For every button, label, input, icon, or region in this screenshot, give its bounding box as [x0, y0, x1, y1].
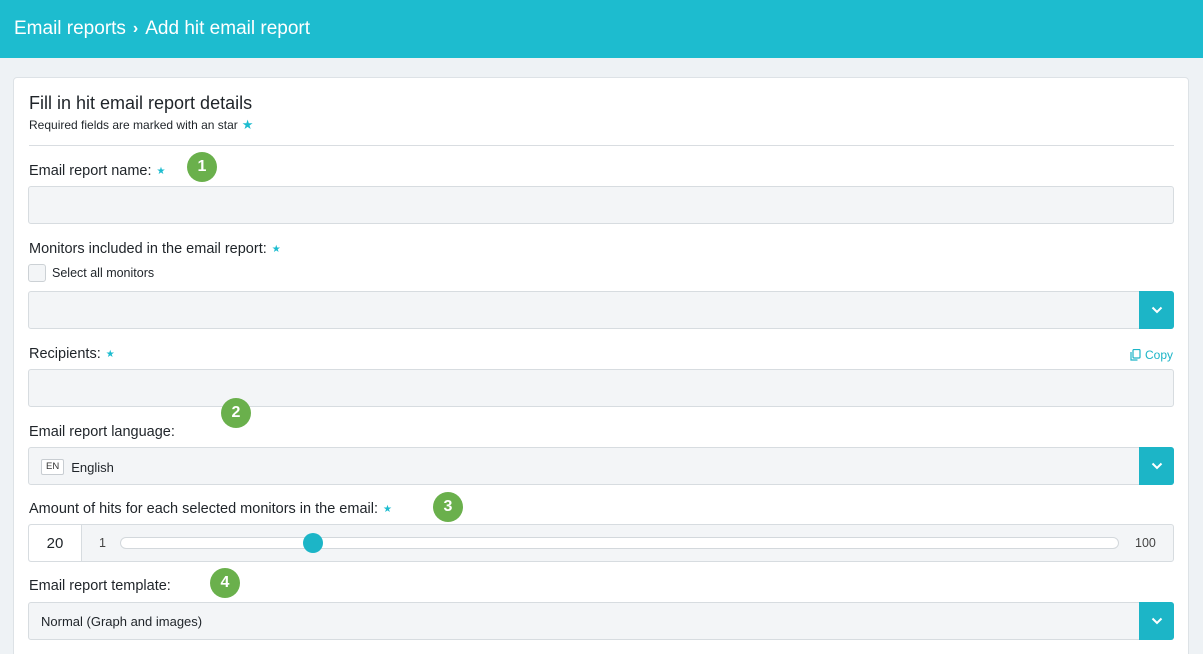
recipients-label: Recipients: ★: [29, 346, 115, 362]
hits-slider-thumb[interactable]: [303, 533, 324, 553]
chevron-down-icon: [1151, 617, 1162, 625]
form-subtitle: Required fields are marked with an star …: [29, 117, 253, 133]
monitors-label-text: Monitors included in the email report:: [29, 241, 267, 257]
hits-min-label: 1: [99, 536, 106, 550]
copy-icon: [1130, 349, 1141, 361]
annotation-badge-4: 4: [210, 568, 240, 598]
select-all-monitors-checkbox[interactable]: [28, 264, 46, 282]
form-card: Fill in hit email report details Require…: [13, 77, 1189, 654]
language-select[interactable]: EN English: [28, 447, 1174, 485]
recipients-label-text: Recipients:: [29, 346, 101, 362]
breadcrumb-separator-icon: ›: [132, 20, 139, 37]
hits-amount-label: Amount of hits for each selected monitor…: [29, 501, 392, 517]
breadcrumb-current: Add hit email report: [145, 18, 310, 39]
language-label-text: Email report language:: [29, 424, 175, 440]
chevron-down-icon: [1151, 306, 1162, 314]
template-label: Email report template:: [29, 578, 171, 594]
select-all-monitors-label: Select all monitors: [52, 266, 155, 280]
hits-amount-label-text: Amount of hits for each selected monitor…: [29, 501, 378, 517]
copy-label: Copy: [1144, 348, 1173, 362]
hits-value-input[interactable]: 20: [29, 525, 82, 561]
email-report-name-label-text: Email report name:: [29, 163, 152, 179]
required-star-icon: ★: [271, 243, 281, 255]
annotation-badge-3: 3: [433, 492, 463, 522]
copy-recipients-button[interactable]: Copy: [1130, 348, 1173, 362]
chevron-down-icon: [1151, 462, 1162, 470]
language-dropdown-button[interactable]: [1139, 447, 1174, 485]
select-all-monitors[interactable]: Select all monitors: [28, 264, 154, 282]
form-title: Fill in hit email report details: [29, 93, 253, 113]
hits-slider-track[interactable]: [120, 533, 1119, 553]
hits-max-label: 100: [1135, 536, 1156, 550]
monitors-label: Monitors included in the email report: ★: [29, 241, 281, 257]
monitors-select[interactable]: [28, 291, 1174, 329]
language-selected: EN English: [41, 459, 114, 475]
required-star-icon: ★: [241, 117, 254, 132]
form-subtitle-text: Required fields are marked with an star: [29, 118, 238, 132]
email-report-name-label: Email report name: ★: [29, 163, 165, 179]
annotation-badge-1: 1: [187, 152, 217, 182]
template-value: Normal (Graph and images): [41, 614, 203, 629]
template-label-text: Email report template:: [29, 578, 171, 594]
email-report-name-input[interactable]: [28, 186, 1174, 224]
language-code-badge: EN: [41, 459, 65, 475]
template-selected: Normal (Graph and images): [41, 614, 202, 629]
divider: [29, 145, 1174, 146]
hits-slider-field: 20 1 100: [28, 524, 1174, 562]
app-header: Email reports › Add hit email report: [0, 0, 1203, 58]
language-value: English: [71, 459, 114, 475]
annotation-badge-2: 2: [221, 398, 251, 428]
required-star-icon: ★: [382, 503, 392, 515]
template-dropdown-button[interactable]: [1139, 602, 1174, 640]
recipients-input[interactable]: [28, 369, 1174, 407]
language-label: Email report language:: [29, 424, 175, 440]
required-star-icon: ★: [105, 348, 115, 360]
breadcrumb-parent[interactable]: Email reports: [14, 18, 126, 40]
template-select[interactable]: Normal (Graph and images): [28, 602, 1174, 640]
monitors-dropdown-button[interactable]: [1139, 291, 1174, 329]
required-star-icon: ★: [156, 165, 166, 177]
